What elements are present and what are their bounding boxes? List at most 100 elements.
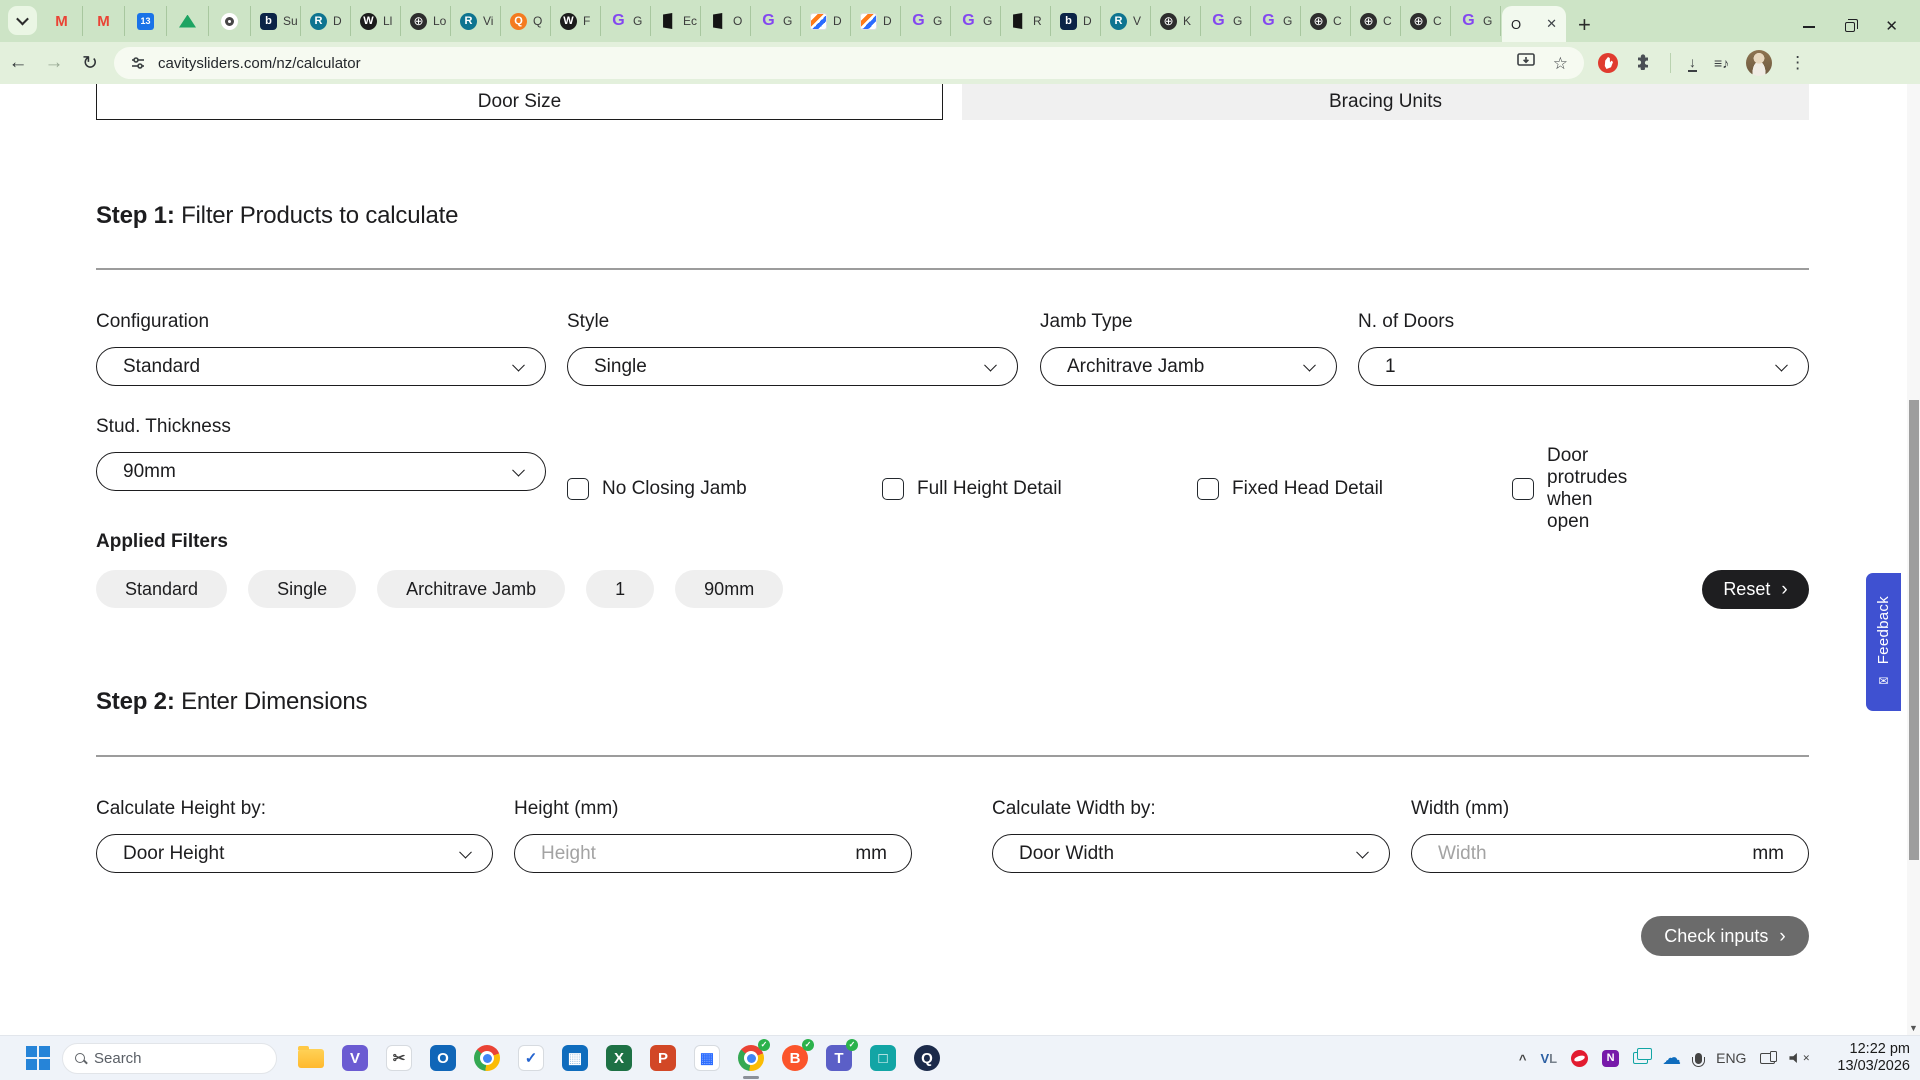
browser-tab[interactable]: bD — [1051, 6, 1101, 36]
browser-tab[interactable]: WF — [551, 6, 601, 36]
height-input[interactable] — [541, 843, 849, 865]
browser-tab[interactable]: RV — [1101, 6, 1151, 36]
back-icon[interactable]: ← — [0, 52, 36, 74]
browser-tab[interactable]: GG — [901, 6, 951, 36]
reload-icon[interactable]: ↻ — [72, 52, 108, 75]
checkbox-box[interactable] — [882, 478, 904, 500]
checkbox-full-height-detail[interactable]: Full Height Detail — [882, 445, 1197, 533]
bookmark-star-icon[interactable]: ☆ — [1553, 55, 1568, 72]
width-input[interactable] — [1438, 843, 1746, 865]
close-icon[interactable]: ✕ — [1885, 19, 1898, 34]
taskbar-app-excel[interactable]: X — [597, 1036, 641, 1080]
browser-tab[interactable]: GG — [751, 6, 801, 36]
pc-phone-icon[interactable] — [1760, 1053, 1775, 1064]
taskbar-app-app-v-purple[interactable]: V — [333, 1036, 377, 1080]
browser-tab[interactable]: GG — [1201, 6, 1251, 36]
check-inputs-button[interactable]: Check inputs› — [1641, 916, 1809, 956]
install-icon[interactable] — [1517, 53, 1535, 74]
checkbox-fixed-head-detail[interactable]: Fixed Head Detail — [1197, 445, 1512, 533]
taskbar-app-chrome[interactable] — [465, 1036, 509, 1080]
taskbar-app-brave[interactable]: B✓ — [773, 1036, 817, 1080]
browser-tab[interactable]: ⊕C — [1351, 6, 1401, 36]
tab-search-button[interactable] — [8, 6, 37, 35]
volume-muted-icon[interactable]: ✕ — [1789, 1052, 1810, 1064]
field-select[interactable]: Standard — [96, 347, 546, 386]
browser-tab[interactable]: 13 — [125, 6, 167, 36]
browser-tab[interactable]: Ec — [651, 6, 701, 36]
browser-tab[interactable]: WLl — [351, 6, 401, 36]
browser-tab[interactable]: D — [851, 6, 901, 36]
close-tab-icon[interactable]: ✕ — [1546, 16, 1557, 32]
browser-tab[interactable]: O — [701, 6, 751, 36]
taskbar-app-powerpoint[interactable]: P — [641, 1036, 685, 1080]
browser-tab[interactable] — [209, 6, 251, 36]
browser-tab[interactable]: ⊕C — [1401, 6, 1451, 36]
browser-tab[interactable]: RVi — [451, 6, 501, 36]
browser-tab[interactable] — [167, 6, 209, 36]
feedback-tab[interactable]: Feedback ✉ — [1866, 573, 1901, 711]
downloads-icon[interactable]: ↓ — [1688, 55, 1697, 72]
field-select[interactable]: 1 — [1358, 347, 1809, 386]
active-browser-tab[interactable]: O ✕ — [1502, 6, 1566, 42]
browser-tab[interactable]: M — [83, 6, 125, 36]
onedrive-icon[interactable]: ☁ — [1662, 1047, 1681, 1070]
tab-door-size[interactable]: Door Size — [96, 84, 943, 120]
browser-tab[interactable]: GG — [1251, 6, 1301, 36]
taskbar-app-outlook[interactable]: O — [421, 1036, 465, 1080]
adblock-icon[interactable] — [1598, 53, 1618, 73]
browser-tab[interactable]: D — [801, 6, 851, 36]
taskbar-app-snipping-tool[interactable]: ✂ — [377, 1036, 421, 1080]
stud-thickness-select[interactable]: 90mm — [96, 452, 546, 491]
taskbar-app-chrome-running[interactable]: ✓ — [729, 1036, 773, 1080]
reading-list-icon[interactable]: ≡♪ — [1714, 55, 1729, 71]
new-tab-button[interactable]: + — [1578, 14, 1591, 36]
browser-tab[interactable]: ⊕K — [1151, 6, 1201, 36]
language-indicator[interactable]: ENG — [1716, 1050, 1746, 1066]
browser-tab[interactable]: GG — [601, 6, 651, 36]
browser-tab[interactable]: RD — [301, 6, 351, 36]
reset-button[interactable]: Reset› — [1702, 570, 1809, 609]
vl-icon[interactable]: VL — [1540, 1051, 1557, 1066]
taskbar-app-file-explorer[interactable] — [289, 1036, 333, 1080]
chevron-up-icon[interactable]: ^ — [1519, 1052, 1527, 1067]
site-settings-icon[interactable] — [130, 55, 146, 71]
checkbox-box[interactable] — [567, 478, 589, 500]
browser-tab[interactable]: ⊕C — [1301, 6, 1351, 36]
windows-start-button[interactable] — [26, 1046, 50, 1070]
menu-kebab-icon[interactable]: ⋮ — [1789, 53, 1806, 73]
browser-tab[interactable]: GG — [951, 6, 1001, 36]
browser-tab[interactable]: M — [41, 6, 83, 36]
browser-tab[interactable]: R — [1001, 6, 1051, 36]
scrollbar-thumb[interactable] — [1909, 400, 1919, 860]
taskbar-app-teams[interactable]: T✓ — [817, 1036, 861, 1080]
field-select[interactable]: Architrave Jamb — [1040, 347, 1337, 386]
scrollbar-down-arrow[interactable]: ▼ — [1907, 1023, 1920, 1033]
field-select[interactable]: Single — [567, 347, 1018, 386]
onenote-icon[interactable]: N — [1602, 1050, 1619, 1067]
minimize-icon[interactable] — [1803, 26, 1815, 28]
browser-tab[interactable]: bSu — [251, 6, 301, 36]
checkbox-box[interactable] — [1512, 478, 1534, 500]
extensions-icon[interactable] — [1635, 52, 1653, 75]
taskbar-clock[interactable]: 12:22 pm 13/03/2026 — [1837, 1041, 1910, 1075]
taskbar-app-window-teal[interactable]: □ — [861, 1036, 905, 1080]
forward-icon[interactable]: → — [36, 52, 72, 74]
browser-tab[interactable]: ⊕Lo — [401, 6, 451, 36]
checkbox-box[interactable] — [1197, 478, 1219, 500]
trend-micro-icon[interactable] — [1571, 1050, 1588, 1067]
restore-icon[interactable] — [1845, 22, 1855, 32]
microphone-icon[interactable] — [1695, 1053, 1702, 1064]
address-bar[interactable]: cavitysliders.com/nz/calculator ☆ — [114, 47, 1584, 79]
tab-bracing-units[interactable]: Bracing Units — [962, 84, 1809, 120]
page-scrollbar[interactable]: ▼ — [1907, 84, 1920, 1035]
browser-tab[interactable]: GG — [1451, 6, 1501, 36]
virtual-desktop-icon[interactable] — [1633, 1052, 1648, 1064]
taskbar-search[interactable]: Search — [62, 1043, 277, 1074]
taskbar-app-q-app[interactable]: Q — [905, 1036, 949, 1080]
taskbar-app-ms-app-blue[interactable]: ▦ — [553, 1036, 597, 1080]
calc-width-by-select[interactable]: Door Width — [992, 834, 1390, 873]
taskbar-app-to-do[interactable]: ✓ — [509, 1036, 553, 1080]
profile-avatar[interactable] — [1746, 50, 1772, 76]
browser-tab[interactable]: QQ — [501, 6, 551, 36]
calc-height-by-select[interactable]: Door Height — [96, 834, 493, 873]
